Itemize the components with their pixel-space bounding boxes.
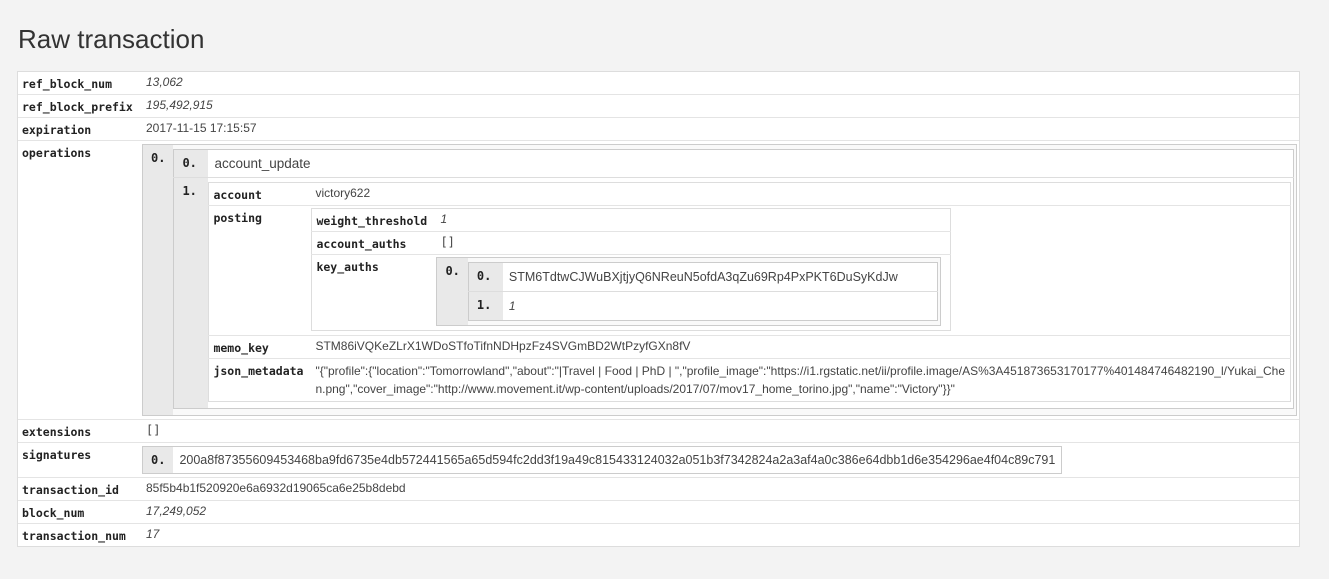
array-index: 0. [468, 262, 503, 292]
row-transaction-num: transaction_num 17 [18, 524, 1299, 547]
array-index: 1. [468, 291, 503, 321]
expiration-value: 2017-11-15 17:15:57 [142, 117, 1299, 141]
field-key: transaction_id [18, 477, 142, 501]
row-extensions: extensions [] [18, 419, 1299, 443]
extensions-value: [] [142, 419, 1299, 443]
row-block-num: block_num 17,249,052 [18, 500, 1299, 524]
weight-threshold-value: 1 [436, 208, 951, 232]
row-operations: operations 0. 0. account_update 1. accou… [18, 140, 1299, 420]
key-weight-value: 1 [502, 291, 938, 321]
field-key: key_auths [316, 260, 379, 274]
raw-transaction-table: ref_block_num 13,062 ref_block_prefix 19… [17, 71, 1300, 547]
field-key: account_auths [311, 231, 437, 255]
operations-array: 0. 0. account_update 1. account victory6… [142, 144, 1297, 416]
field-key: weight_threshold [311, 208, 437, 232]
ref-block-num-value: 13,062 [142, 72, 1299, 95]
row-ref-block-num: ref_block_num 13,062 [18, 72, 1299, 95]
page-title: Raw transaction [18, 24, 205, 54]
row-expiration: expiration 2017-11-15 17:15:57 [18, 117, 1299, 141]
transaction-id-value: 85f5b4b1f520920e6a6932d19065ca6e25b8debd [142, 477, 1299, 501]
posting-object: weight_threshold 1 account_auths [] key_… [311, 208, 952, 331]
field-key: ref_block_prefix [18, 94, 142, 118]
field-key: ref_block_num [18, 72, 142, 95]
field-key: operations [18, 140, 142, 420]
field-key: transaction_num [22, 529, 126, 543]
transaction-fields: ref_block_num 13,062 ref_block_prefix 19… [18, 72, 1299, 546]
signatures-array: 0. 200a8f87355609453468ba9fd6735e4db5724… [142, 446, 1063, 474]
array-index: 1. [173, 177, 209, 409]
array-index: 0. [173, 149, 209, 178]
account-value: victory622 [311, 182, 1291, 206]
signature-value: 200a8f87355609453468ba9fd6735e4db5724415… [173, 446, 1062, 474]
operation-body: account victory622 posting weight_thresh… [208, 182, 1291, 402]
array-index: 0. [142, 446, 174, 474]
public-key-value: STM6TdtwCJWuBXjtjyQ6NReuN5ofdA3qZu69Rp4P… [502, 262, 938, 292]
field-key: expiration [18, 117, 142, 141]
row-ref-block-prefix: ref_block_prefix 195,492,915 [18, 94, 1299, 118]
json-metadata-value: "{"profile":{"location":"Tomorrowland","… [315, 364, 1286, 396]
field-key: posting [208, 205, 312, 336]
field-key: extensions [18, 419, 142, 443]
memo-key-value: STM86iVQKeZLrX1WDoSTfoTifnNDHpzFz4SVGmBD… [311, 335, 1291, 359]
key-auths-array: 0. 0. STM6TdtwCJWuBXjtjyQ6NReuN5ofdA3qZu… [436, 257, 942, 326]
block-num-value: 17,249,052 [142, 500, 1299, 524]
operation-name: account_update [208, 149, 1294, 178]
row-signatures: signatures 0. 200a8f87355609453468ba9fd6… [18, 442, 1299, 478]
array-index: 0. [142, 144, 174, 416]
operation-item: 0. account_update 1. account victory622 … [173, 149, 1294, 409]
key-auth-tuple: 0. STM6TdtwCJWuBXjtjyQ6NReuN5ofdA3qZu69R… [467, 262, 939, 321]
account-auths-value: [] [436, 231, 951, 255]
array-index: 0. [436, 257, 468, 326]
row-transaction-id: transaction_id 85f5b4b1f520920e6a6932d19… [18, 477, 1299, 501]
ref-block-prefix-value: 195,492,915 [142, 94, 1299, 118]
transaction-num-value: 17 [146, 527, 160, 541]
field-key: json_metadata [213, 364, 304, 378]
field-key: block_num [18, 500, 142, 524]
field-key: signatures [18, 442, 142, 478]
field-key: memo_key [208, 335, 312, 359]
field-key: account [208, 182, 312, 206]
